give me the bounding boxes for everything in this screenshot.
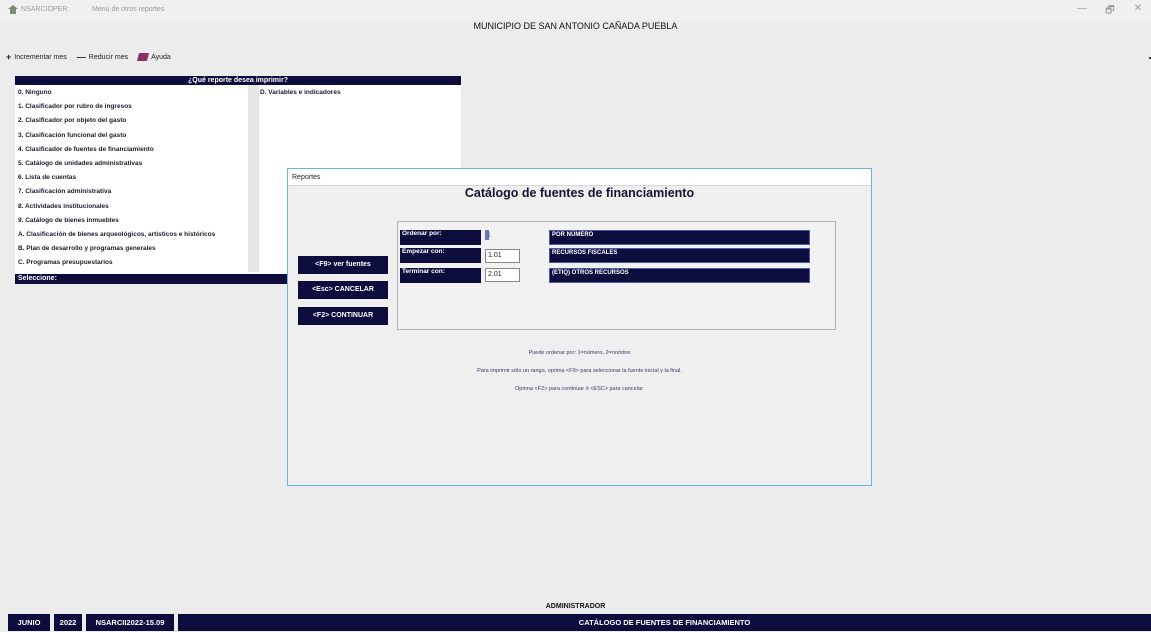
window-title: Menú de otros reportes — [92, 6, 165, 13]
municipality-title: MUNICIPIO DE SAN ANTONIO CAÑADA PUEBLA — [473, 21, 678, 31]
window-titlebar: NSARCIOPER: Menú de otros reportes — 🗗 ✕ — [0, 0, 1151, 20]
help-book-icon — [137, 53, 150, 61]
end-input[interactable]: 2.01 — [485, 268, 520, 282]
menu-item[interactable]: 7. Clasificación administrativa — [18, 187, 246, 201]
end-label: Terminar con: — [400, 268, 481, 283]
status-code: NSARCII2022-15.09 — [86, 614, 174, 631]
hint-range: Para imprimir sólo un rango, oprima <F9>… — [477, 368, 682, 374]
menu-item[interactable]: 0. Ninguno — [18, 88, 246, 102]
increment-month-label: Incrementar mes — [14, 53, 67, 61]
menu-item[interactable]: C. Programas presupuestarios — [18, 258, 246, 272]
order-label: Ordenar por: — [400, 230, 481, 245]
continue-button[interactable]: <F2> CONTINUAR — [298, 307, 388, 325]
menu-item[interactable]: 2. Clasificador por objeto del gasto — [18, 116, 246, 130]
app-logo-icon — [8, 5, 18, 14]
order-input-value: 1 — [487, 232, 491, 239]
status-bar: JUNIO 2022 NSARCII2022-15.09 CATÁLOGO DE… — [0, 613, 1151, 632]
menu-item[interactable]: A. Clasificación de bienes arqueológicos… — [18, 230, 246, 244]
order-description: POR NÚMERO — [549, 230, 810, 245]
status-month: JUNIO — [8, 614, 50, 631]
status-year: 2022 — [54, 614, 82, 631]
menu-item[interactable]: B. Plan de desarrollo y programas genera… — [18, 244, 246, 258]
report-dialog: Reportes Catálogo de fuentes de financia… — [287, 168, 872, 486]
report-menu-left-column: 0. Ninguno 1. Clasificador por rubro de … — [18, 88, 246, 272]
app-name: NSARCIOPER: — [21, 6, 70, 13]
view-sources-button[interactable]: <F9> ver fuentes — [298, 256, 388, 274]
start-input[interactable]: 1.01 — [485, 249, 520, 263]
reduce-month-button[interactable]: — Reducir mes — [77, 52, 128, 62]
dialog-titlebar: Reportes — [288, 169, 871, 186]
menu-item[interactable]: 8. Actividades institucionales — [18, 202, 246, 216]
report-menu-right-column: D. Variables e indicadores — [260, 88, 460, 102]
report-menu-header: ¿Qué reporte desea imprimir? — [15, 76, 461, 85]
dialog-heading: Catálogo de fuentes de financiamiento — [464, 186, 695, 200]
menu-item[interactable]: 9. Catálogo de bienes inmuebles — [18, 216, 246, 230]
menu-item[interactable]: 5. Catálogo de unidades administrativas — [18, 159, 246, 173]
form-panel: Ordenar por: 1 POR NÚMERO Empezar con: 1… — [397, 221, 836, 330]
menu-item[interactable]: 1. Clasificador por rubro de ingresos — [18, 102, 246, 116]
minus-icon: — — [76, 52, 86, 62]
user-label: ADMINISTRADOR — [545, 603, 606, 610]
menu-item[interactable]: 3. Clasificación funcional del gasto — [18, 131, 246, 145]
minimize-button[interactable]: — — [1075, 3, 1089, 20]
menu-item[interactable]: 4. Clasificador de fuentes de financiami… — [18, 145, 246, 159]
plus-icon: + — [6, 52, 12, 62]
increment-month-button[interactable]: + Incrementar mes — [6, 52, 67, 62]
window-controls: — 🗗 ✕ — [1075, 3, 1145, 20]
status-current-report: CATÁLOGO DE FUENTES DE FINANCIAMIENTO — [178, 614, 1151, 631]
menu-column-separator — [248, 85, 259, 272]
hint-order: Puede ordenar por: 1=número, 2=nombre — [528, 350, 631, 356]
toolbar: + Incrementar mes — Reducir mes Ayuda — [6, 52, 171, 62]
order-input[interactable]: 1 — [485, 230, 520, 244]
cancel-button[interactable]: <Esc> CANCELAR — [298, 281, 388, 299]
help-label: Ayuda — [151, 53, 171, 61]
end-description: (ETIQ) OTROS RECURSOS — [549, 268, 810, 283]
hint-continue: Oprima <F2> para continuar ó <ESC> para … — [514, 386, 645, 392]
close-button[interactable]: ✕ — [1131, 3, 1145, 20]
help-button[interactable]: Ayuda — [137, 53, 171, 61]
start-description: RECURSOS FISCALES — [549, 248, 810, 263]
maximize-button[interactable]: 🗗 — [1103, 3, 1117, 20]
start-label: Empezar con: — [400, 248, 481, 263]
reduce-month-label: Reducir mes — [88, 53, 129, 61]
menu-item[interactable]: 6. Lista de cuentas — [18, 173, 246, 187]
menu-item[interactable]: D. Variables e indicadores — [260, 88, 460, 102]
